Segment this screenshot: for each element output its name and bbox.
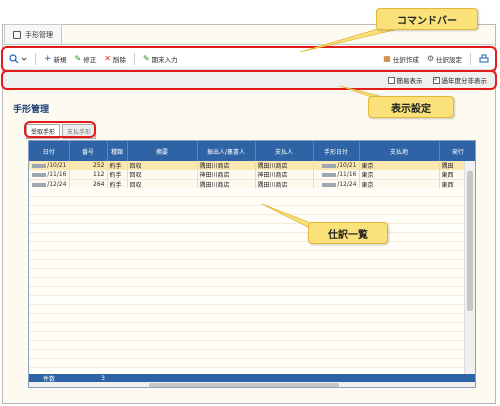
callout-command-bar: コマンドバー xyxy=(376,8,478,30)
scroll-thumb[interactable] xyxy=(467,171,473,311)
column-header[interactable]: 日付 xyxy=(29,141,70,161)
cell-kind: 約手 xyxy=(107,170,128,180)
column-header[interactable]: 手形日付 xyxy=(313,141,360,161)
display-settings-highlight xyxy=(1,70,497,90)
table-row[interactable]: /11/16 112 約手 回収 神田川商店 神田川商店 /11/16 東京 東… xyxy=(29,170,475,180)
cell-date: /12/24 xyxy=(47,181,67,188)
cell-number: 112 xyxy=(69,170,108,180)
cell-date: /11/16 xyxy=(47,171,67,178)
callout-journal-list: 仕訳一覧 xyxy=(308,222,388,244)
column-header[interactable]: 種類 xyxy=(107,141,128,161)
subtab-highlight xyxy=(24,121,96,138)
cell-due: /12/24 xyxy=(337,181,357,188)
document-tab[interactable]: 手形管理 xyxy=(4,24,62,44)
footer-count-value: 3 xyxy=(101,374,105,382)
table-row[interactable]: /10/21 252 約手 回収 隅田川商店 隅田川商店 /10/21 東京 隅… xyxy=(29,161,475,170)
cell-due: /10/21 xyxy=(337,162,357,169)
column-header[interactable]: 振出人/裏書人 xyxy=(197,141,256,161)
cell-payer: 隅田川商店 xyxy=(255,161,314,170)
cell-number: 252 xyxy=(69,161,108,170)
redacted-year xyxy=(32,172,47,177)
cell-place: 東京 xyxy=(359,170,440,180)
cell-payer: 神田川商店 xyxy=(255,170,314,180)
vertical-scrollbar[interactable] xyxy=(464,161,475,375)
callout-display-settings: 表示設定 xyxy=(368,96,454,118)
scroll-thumb[interactable] xyxy=(149,383,339,387)
redacted-year xyxy=(32,182,47,187)
cell-drawer: 神田川商店 xyxy=(197,170,256,180)
cell-place: 東京 xyxy=(359,161,440,170)
command-bar-highlight xyxy=(1,46,497,72)
bill-table: 日付 番号 種類 摘要 振出人/裏書人 支払人 手形日付 支払地 発行 /10/… xyxy=(28,140,476,388)
column-header[interactable]: 番号 xyxy=(69,141,108,161)
table-footer: 件数 3 xyxy=(29,374,475,383)
cell-due: /11/16 xyxy=(337,171,357,178)
table-header-row: 日付 番号 種類 摘要 振出人/裏書人 支払人 手形日付 支払地 発行 xyxy=(29,141,475,161)
redacted-year xyxy=(322,182,337,187)
cell-date: /10/21 xyxy=(47,162,67,169)
cell-memo: 回収 xyxy=(127,170,198,180)
column-header[interactable]: 発行 xyxy=(439,141,475,161)
cell-memo: 回収 xyxy=(127,161,198,170)
tab-divider xyxy=(2,44,496,45)
empty-rows-area xyxy=(29,188,465,374)
document-tab-label: 手形管理 xyxy=(25,30,53,39)
page-title: 手形管理 xyxy=(13,105,50,115)
column-header[interactable]: 支払地 xyxy=(359,141,440,161)
document-icon xyxy=(13,30,21,39)
cell-drawer: 隅田川商店 xyxy=(197,161,256,170)
redacted-year xyxy=(322,163,337,168)
column-header[interactable]: 摘要 xyxy=(127,141,198,161)
column-header[interactable]: 支払人 xyxy=(255,141,314,161)
horizontal-scrollbar[interactable] xyxy=(29,382,475,387)
redacted-year xyxy=(322,172,337,177)
redacted-year xyxy=(32,163,47,168)
cell-kind: 約手 xyxy=(107,161,128,170)
